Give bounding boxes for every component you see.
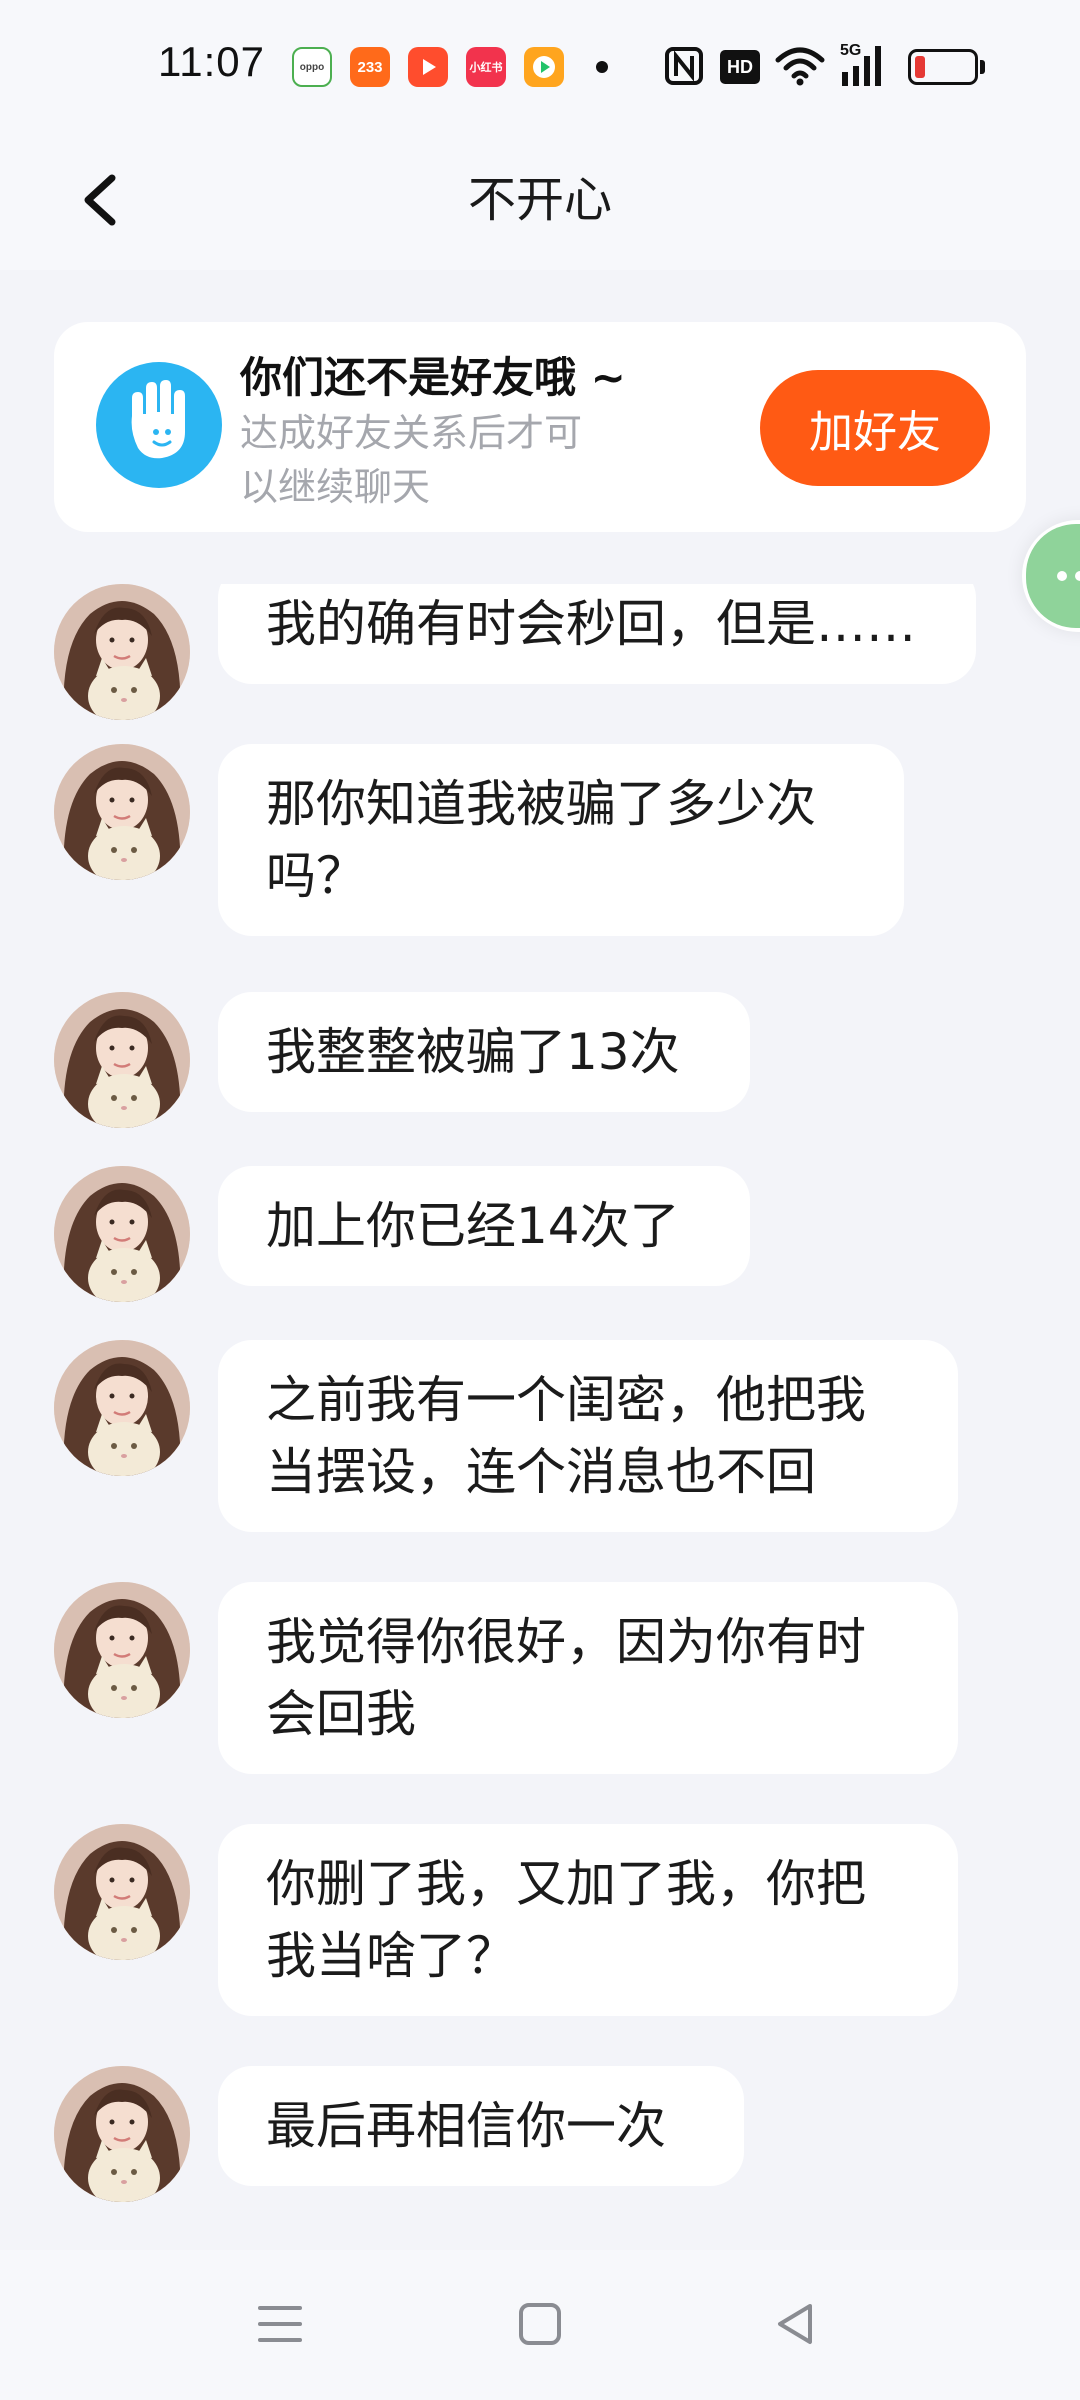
banner-title: 你们还不是好友哦 ~ — [240, 353, 626, 402]
app-233-icon: 233 — [350, 47, 390, 87]
sender-avatar[interactable] — [54, 1824, 190, 1960]
sender-avatar[interactable] — [54, 744, 190, 880]
message-bubble[interactable]: 你删了我，又加了我，你把 我当啥了？ — [218, 1824, 958, 2016]
banner-description: 达成好友关系后才可以继续聊天 — [240, 411, 583, 509]
hand-wave-icon — [96, 362, 222, 488]
status-time: 11:07 — [158, 38, 265, 85]
oppo-app-icon: oppo — [292, 47, 332, 87]
xiaohongshu-icon: 小红书 — [466, 47, 506, 87]
sender-avatar[interactable] — [54, 2066, 190, 2202]
chat-screen: 11:07 oppo 233 小红书 HD 5G 不开心 你们还不是好友哦 ~ … — [0, 0, 1080, 2400]
message-bubble[interactable]: 我整整被骗了13次 — [218, 992, 750, 1112]
sender-avatar[interactable] — [54, 1340, 190, 1476]
message-bubble[interactable]: 我觉得你很好，因为你有时 会回我 — [218, 1582, 958, 1774]
wifi-icon — [775, 47, 825, 86]
status-bar: 11:07 oppo 233 小红书 HD 5G — [0, 0, 1080, 130]
hd-icon: HD — [720, 50, 760, 84]
notification-dot — [596, 61, 608, 73]
add-friend-button[interactable]: 加好友 — [760, 370, 990, 486]
menu-icon — [258, 2306, 302, 2342]
signal-5g-icon: 5G — [838, 42, 898, 88]
not-friends-banner: 你们还不是好友哦 ~ 达成好友关系后才可以继续聊天 加好友 — [54, 322, 1026, 532]
sender-avatar[interactable] — [54, 992, 190, 1128]
title-bar: 不开心 — [0, 130, 1080, 270]
sender-avatar[interactable] — [54, 1166, 190, 1302]
menu-button[interactable] — [250, 2294, 310, 2354]
video-play-icon — [408, 47, 448, 87]
message-bubble[interactable]: 加上你已经14次了 — [218, 1166, 750, 1286]
message-bubble[interactable]: 我的确有时会秒回，但是…… — [218, 584, 976, 684]
back-triangle-icon — [778, 2304, 812, 2344]
nfc-icon — [665, 47, 703, 85]
page-title: 不开心 — [467, 172, 612, 228]
system-nav-bar — [0, 2250, 1080, 2400]
back-nav-button[interactable] — [766, 2294, 826, 2354]
sender-avatar[interactable] — [54, 584, 190, 720]
home-square-icon — [519, 2303, 561, 2345]
message-bubble[interactable]: 那你知道我被骗了多少次 吗？ — [218, 744, 904, 936]
message-list[interactable]: 我的确有时会秒回，但是…… 那你知道我被骗了多少次 吗？ 我整整被骗了13次 加上你已… — [0, 584, 1080, 2250]
home-button[interactable] — [510, 2294, 570, 2354]
battery-icon — [908, 49, 986, 85]
message-bubble[interactable]: 最后再相信你一次 — [218, 2066, 744, 2186]
message-bubble[interactable]: 之前我有一个闺密，他把我 当摆设，连个消息也不回 — [218, 1340, 958, 1532]
media-app-icon — [524, 47, 564, 87]
sender-avatar[interactable] — [54, 1582, 190, 1718]
